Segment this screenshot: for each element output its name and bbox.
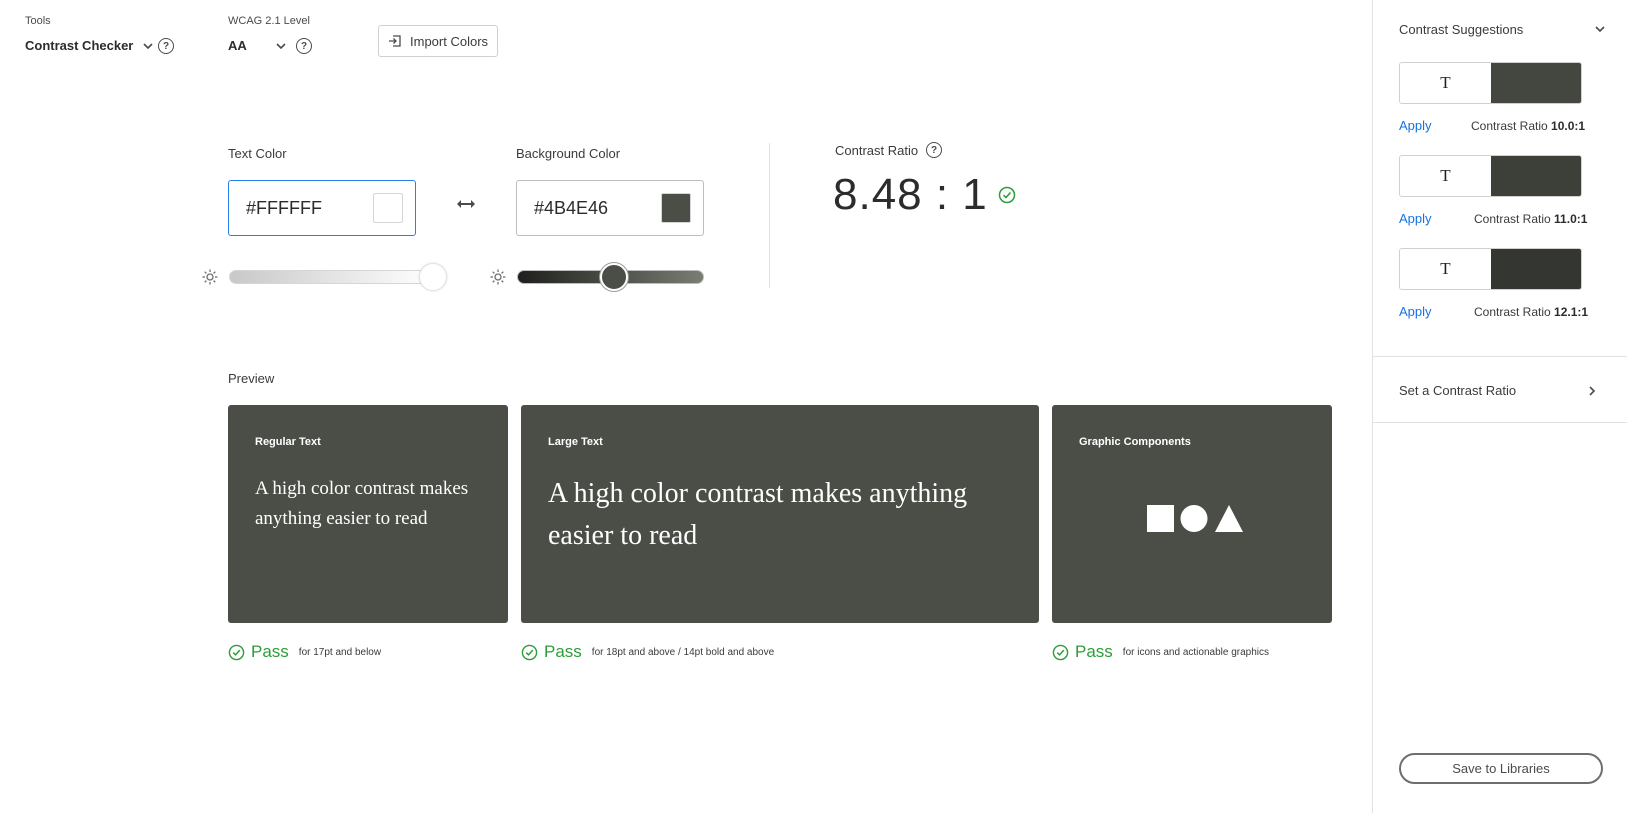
brightness-icon bbox=[490, 269, 506, 285]
background-color-label: Background Color bbox=[516, 146, 621, 161]
check-circle-icon bbox=[228, 644, 245, 660]
large-text-sample: A high color contrast makes anything eas… bbox=[548, 478, 968, 551]
swap-colors-icon[interactable] bbox=[455, 197, 477, 211]
text-brightness-slider[interactable] bbox=[229, 263, 447, 291]
suggestion-text-sample: T bbox=[1400, 156, 1491, 196]
contrast-ratio-label: Contrast Ratio bbox=[835, 142, 919, 158]
import-colors-button[interactable]: Import Colors bbox=[378, 25, 498, 57]
regular-text-card: Regular Text A high color contrast makes… bbox=[228, 405, 508, 623]
text-color-swatch[interactable] bbox=[373, 193, 403, 223]
wcag-dropdown[interactable]: AA bbox=[228, 38, 288, 53]
apply-suggestion-button[interactable]: Apply bbox=[1399, 118, 1432, 133]
suggestions-panel: Contrast Suggestions T Apply Contrast Ra… bbox=[1372, 0, 1627, 813]
suggestion-ratio-value: 11.0:1 bbox=[1554, 212, 1588, 226]
suggestion-text-sample: T bbox=[1400, 63, 1491, 103]
card-title: Regular Text bbox=[255, 436, 321, 448]
slider-handle[interactable] bbox=[600, 263, 629, 291]
suggestion-ratio: Contrast Ratio 11.0:1 bbox=[1474, 212, 1587, 226]
suggestion-ratio-label: Contrast Ratio bbox=[1471, 119, 1548, 133]
pass-regular-text: Pass for 17pt and below bbox=[228, 642, 381, 662]
pass-graphic-components: Pass for icons and actionable graphics bbox=[1052, 642, 1269, 662]
background-color-field[interactable]: #4B4E46 bbox=[516, 180, 704, 236]
suggestion-ratio: Contrast Ratio 10.0:1 bbox=[1471, 119, 1585, 133]
check-circle-icon bbox=[521, 644, 538, 660]
set-contrast-ratio-label: Set a Contrast Ratio bbox=[1399, 383, 1517, 398]
graphic-components-card: Graphic Components bbox=[1052, 405, 1332, 623]
set-contrast-ratio-row[interactable]: Set a Contrast Ratio bbox=[1399, 383, 1599, 398]
slider-handle[interactable] bbox=[419, 263, 447, 291]
divider bbox=[1373, 356, 1627, 357]
pass-description: for 18pt and above / 14pt bold and above bbox=[591, 646, 775, 658]
square-icon bbox=[1147, 505, 1174, 532]
brightness-icon bbox=[202, 269, 218, 285]
suggestion-color bbox=[1491, 63, 1581, 103]
large-text-card: Large Text A high color contrast makes a… bbox=[521, 405, 1039, 623]
background-color-value: #4B4E46 bbox=[534, 197, 609, 218]
contrast-suggestions-title: Contrast Suggestions bbox=[1399, 22, 1524, 37]
contrast-ratio-value: 8.48 : 1 bbox=[833, 170, 988, 219]
save-to-libraries-button[interactable]: Save to Libraries bbox=[1399, 753, 1603, 784]
apply-suggestion-button[interactable]: Apply bbox=[1399, 304, 1432, 319]
tools-dropdown-value: Contrast Checker bbox=[25, 38, 134, 53]
chevron-down-icon bbox=[276, 42, 286, 49]
tools-label: Tools bbox=[25, 15, 51, 27]
chevron-down-icon[interactable] bbox=[1593, 22, 1607, 36]
card-title: Graphic Components bbox=[1079, 436, 1191, 448]
text-color-value: #FFFFFF bbox=[246, 197, 322, 218]
suggestion-ratio-value: 12.1:1 bbox=[1554, 305, 1589, 319]
apply-suggestion-button[interactable]: Apply bbox=[1399, 211, 1432, 226]
divider bbox=[1373, 422, 1627, 423]
help-icon[interactable]: ? bbox=[926, 142, 943, 158]
circle-icon bbox=[1180, 505, 1208, 532]
suggestion-ratio: Contrast Ratio 12.1:1 bbox=[1474, 305, 1588, 319]
contrast-ratio: 8.48 : 1 bbox=[833, 170, 1016, 220]
pass-label: Pass bbox=[251, 642, 289, 661]
pass-label: Pass bbox=[1075, 642, 1113, 661]
triangle-icon bbox=[1215, 505, 1243, 532]
help-icon[interactable]: ? bbox=[158, 38, 174, 54]
suggestion-swatch[interactable]: T bbox=[1399, 248, 1582, 290]
pass-label: Pass bbox=[544, 642, 582, 661]
card-title: Large Text bbox=[548, 436, 603, 448]
regular-text-sample: A high color contrast makes anything eas… bbox=[255, 478, 469, 529]
background-brightness-slider[interactable] bbox=[517, 263, 704, 291]
wcag-label: WCAG 2.1 Level bbox=[228, 15, 310, 27]
divider bbox=[769, 143, 770, 288]
suggestion-ratio-value: 10.0:1 bbox=[1551, 119, 1586, 133]
tools-dropdown[interactable]: Contrast Checker bbox=[25, 38, 155, 53]
pass-description: for 17pt and below bbox=[298, 646, 382, 658]
preview-label: Preview bbox=[228, 371, 275, 386]
chevron-right-icon bbox=[1589, 385, 1596, 396]
chevron-down-icon bbox=[143, 42, 153, 49]
import-colors-label: Import Colors bbox=[410, 33, 489, 49]
wcag-dropdown-value: AA bbox=[228, 38, 247, 53]
import-icon bbox=[389, 35, 401, 47]
suggestion-text-sample: T bbox=[1400, 249, 1491, 289]
suggestion-ratio-label: Contrast Ratio bbox=[1474, 212, 1551, 226]
graphic-shapes bbox=[1147, 505, 1243, 532]
background-color-swatch[interactable] bbox=[661, 193, 691, 223]
pass-description: for icons and actionable graphics bbox=[1122, 646, 1269, 658]
help-icon[interactable]: ? bbox=[296, 38, 312, 54]
check-circle-icon bbox=[998, 186, 1016, 204]
contrast-ratio-header: Contrast Ratio ? bbox=[835, 142, 943, 158]
suggestion-color bbox=[1491, 156, 1581, 196]
text-color-field[interactable]: #FFFFFF bbox=[228, 180, 416, 236]
pass-large-text: Pass for 18pt and above / 14pt bold and … bbox=[521, 642, 774, 662]
text-color-label: Text Color bbox=[228, 146, 287, 161]
suggestion-color bbox=[1491, 249, 1581, 289]
suggestion-swatch[interactable]: T bbox=[1399, 155, 1582, 197]
suggestion-ratio-label: Contrast Ratio bbox=[1474, 305, 1551, 319]
suggestion-swatch[interactable]: T bbox=[1399, 62, 1582, 104]
check-circle-icon bbox=[1052, 644, 1069, 660]
